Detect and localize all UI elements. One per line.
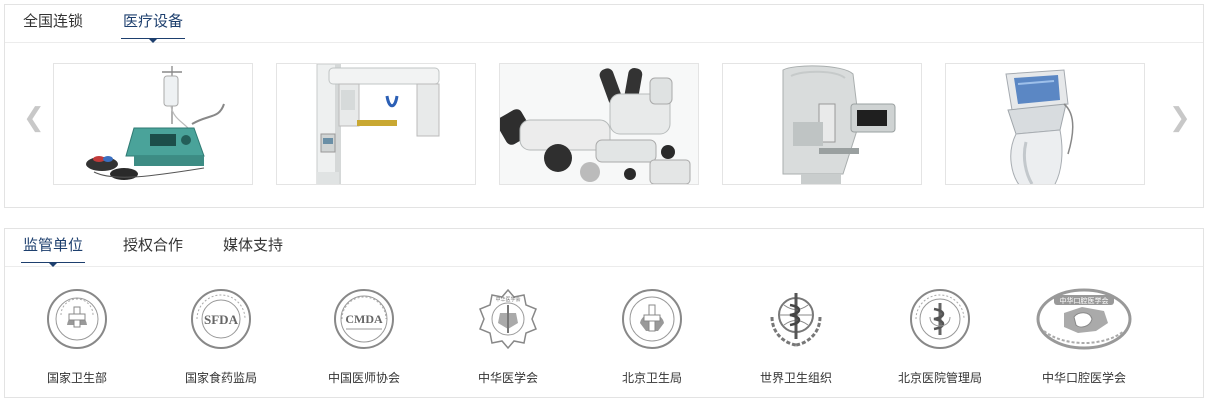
tab-authorized-partners[interactable]: 授权合作 [121, 235, 185, 263]
partners-panel: 监管单位 授权合作 媒体支持 国家卫生部 SFDA 国家食药监局 CMDA 中国… [4, 228, 1204, 398]
logo-name: 中华口腔医学会 [1041, 371, 1126, 385]
chinese-medical-association-seal-icon: 中华医学会 [479, 288, 537, 350]
equipment-tabs: 全国连锁 医疗设备 [5, 5, 1203, 43]
logo-name: 中华医学会 [477, 371, 538, 385]
product-card-cephalometric-xray[interactable] [722, 63, 922, 185]
tab-label: 授权合作 [123, 236, 184, 254]
panoramic-xray-machine-icon [316, 64, 440, 184]
logo-item[interactable]: 世界卫生组织 [736, 287, 856, 386]
sfda-seal-icon: SFDA [191, 289, 251, 349]
equipment-panel: 全国连锁 医疗设备 ❮ ❯ [4, 4, 1204, 208]
logo-name: 世界卫生组织 [759, 371, 832, 385]
who-emblem-icon [770, 293, 822, 347]
emblem-text: SFDA [204, 312, 239, 327]
chinese-stomatological-association-seal-icon: 中华口腔医学会 [1036, 288, 1132, 350]
tab-label: 媒体支持 [223, 236, 284, 254]
logo-name: 中国医师协会 [327, 371, 400, 385]
tab-label: 监管单位 [23, 236, 84, 254]
product-card-dental-surgical-unit[interactable] [53, 63, 253, 185]
logo-item[interactable]: 北京医院管理局 [880, 287, 1000, 386]
emblem-text: 中华口腔医学会 [1060, 296, 1109, 305]
ministry-of-health-seal-icon [47, 289, 107, 349]
partners-tabs: 监管单位 授权合作 媒体支持 [5, 229, 1203, 267]
carousel-prev-button[interactable]: ❮ [23, 105, 45, 131]
logo-item[interactable]: 中华口腔医学会 中华口腔医学会 [1024, 287, 1144, 386]
tab-caret-icon [149, 39, 157, 43]
logo-name: 国家食药监局 [184, 371, 257, 385]
carousel-next-button[interactable]: ❯ [1169, 105, 1191, 131]
logo-name: 国家卫生部 [46, 371, 107, 385]
emblem-text: CMDA [345, 312, 383, 326]
cmda-seal-icon: CMDA [334, 289, 394, 349]
emblem-text: 中华医学会 [495, 296, 520, 303]
tab-label: 全国连锁 [23, 12, 84, 30]
tab-medical-equipment[interactable]: 医疗设备 [121, 11, 186, 43]
product-card-panoramic-xray[interactable] [276, 63, 476, 185]
cephalometric-xray-machine-icon [782, 65, 896, 184]
logo-name: 北京卫生局 [621, 371, 682, 385]
surgical-microscope-icon [500, 64, 698, 184]
logo-item[interactable]: 北京卫生局 [592, 287, 712, 386]
product-card-dental-console[interactable] [945, 63, 1145, 185]
logo-item[interactable]: 国家卫生部 [17, 287, 137, 386]
product-card-surgical-microscope[interactable] [499, 63, 699, 185]
tab-label: 医疗设备 [123, 12, 184, 30]
logo-item[interactable]: SFDA 国家食药监局 [161, 287, 281, 386]
tab-regulatory-bodies[interactable]: 监管单位 [21, 235, 86, 267]
beijing-health-bureau-seal-icon [622, 289, 682, 349]
logo-item[interactable]: CMDA 中国医师协会 [304, 287, 424, 386]
dental-surgical-unit-icon [86, 66, 225, 180]
logo-name: 北京医院管理局 [897, 371, 982, 385]
tab-caret-icon [49, 263, 57, 267]
logo-item[interactable]: 中华医学会 中华医学会 [448, 287, 568, 386]
dental-control-console-icon [1005, 69, 1074, 184]
tab-media-support[interactable]: 媒体支持 [221, 235, 285, 263]
tab-national-chain[interactable]: 全国连锁 [21, 11, 85, 39]
beijing-hospital-authority-seal-icon [910, 289, 970, 349]
